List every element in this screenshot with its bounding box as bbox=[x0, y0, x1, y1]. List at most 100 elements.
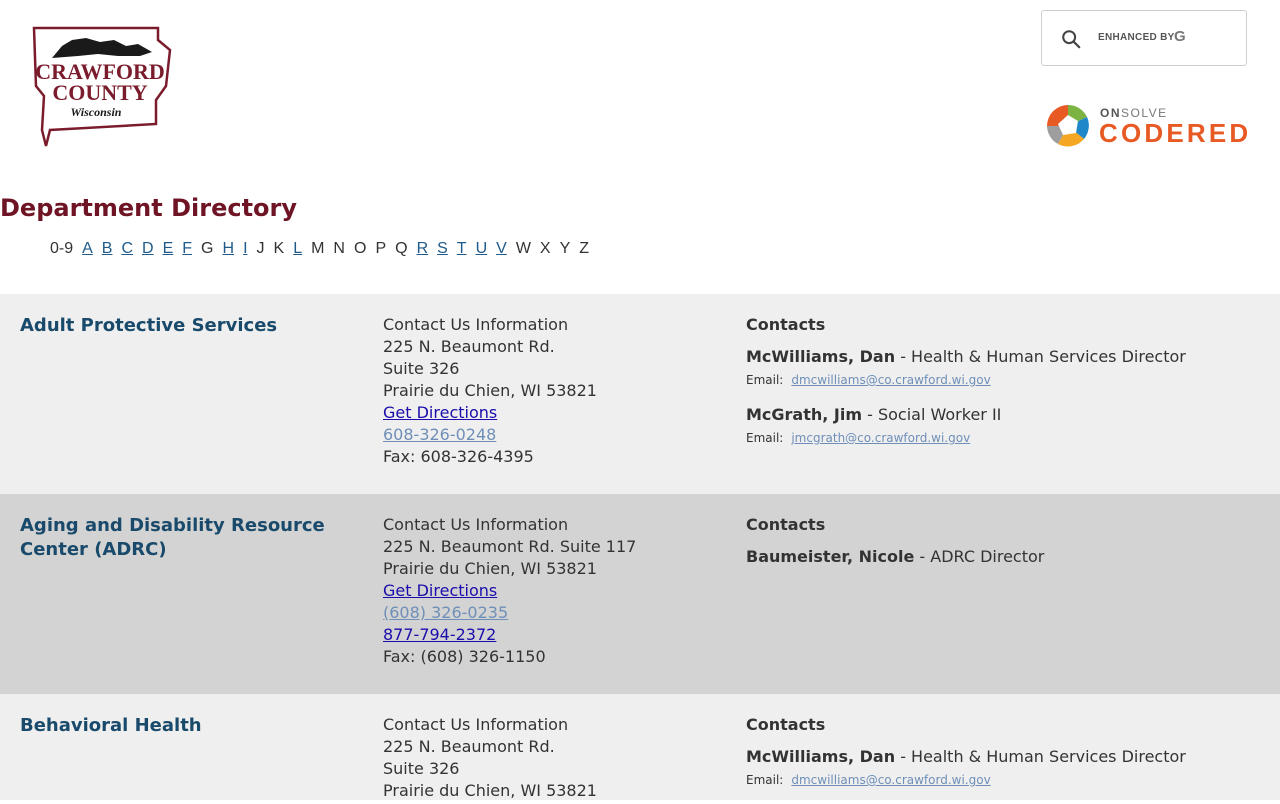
address-line: Prairie du Chien, WI 53821 bbox=[383, 781, 597, 800]
letter-link-h[interactable]: H bbox=[223, 240, 235, 257]
get-directions-link[interactable]: Get Directions bbox=[383, 403, 497, 422]
contact-entry: Baumeister, Nicole - ADRC Director bbox=[746, 546, 1044, 568]
contact-entry: McGrath, Jim - Social Worker II Email: jm… bbox=[746, 404, 1186, 448]
department-name[interactable]: Adult Protective Services bbox=[20, 314, 360, 338]
county-logo[interactable]: CRAWFORD COUNTY Wisconsin bbox=[28, 26, 172, 150]
letter-link-l[interactable]: L bbox=[293, 240, 302, 257]
letter-p: P bbox=[375, 240, 387, 257]
contact-info-title: Contact Us Information bbox=[383, 315, 569, 334]
letter-link-t[interactable]: T bbox=[457, 240, 467, 257]
letter-item: C bbox=[121, 240, 133, 258]
letter-x: X bbox=[539, 240, 551, 257]
codered-label: CODERED bbox=[1099, 118, 1252, 148]
letter-k: K bbox=[273, 240, 285, 257]
phone-link[interactable]: 608-326-0248 bbox=[383, 425, 496, 444]
letter-q: Q bbox=[395, 240, 408, 257]
letter-link-e[interactable]: E bbox=[163, 240, 174, 257]
page-title: Department Directory bbox=[0, 194, 298, 222]
svg-text:Wisconsin: Wisconsin bbox=[71, 105, 122, 119]
letter-item: R bbox=[417, 240, 429, 258]
letter-item: D bbox=[142, 240, 154, 258]
contact-name: McWilliams, Dan bbox=[746, 747, 896, 766]
codered-logo[interactable]: ONSOLVE CODERED bbox=[1046, 104, 1250, 150]
letter-item: I bbox=[243, 240, 247, 258]
department-name[interactable]: Aging and Disability Resource Center (AD… bbox=[20, 514, 360, 562]
letter-item: E bbox=[163, 240, 174, 258]
codered-logo-icon bbox=[1047, 104, 1089, 147]
contact-title: - Health & Human Services Director bbox=[895, 347, 1186, 366]
letter-item: L bbox=[293, 240, 302, 258]
contact-title: - Social Worker II bbox=[862, 405, 1002, 424]
enhanced-by-label: ENHANCED BY bbox=[1098, 32, 1175, 43]
letter-link-c[interactable]: C bbox=[121, 240, 133, 257]
contacts-section: Contacts Baumeister, Nicole - ADRC Direc… bbox=[746, 514, 1044, 582]
address-line: Prairie du Chien, WI 53821 bbox=[383, 559, 597, 578]
letter-item: S bbox=[437, 240, 448, 258]
letter-link-f[interactable]: F bbox=[182, 240, 192, 257]
address-line: Suite 326 bbox=[383, 359, 460, 378]
contact-entry: McWilliams, Dan - Health & Human Service… bbox=[746, 346, 1186, 390]
alphabet-filter: 0-9 A B C D E F G H I J K L M N O P Q R S T U V W X Y Z bbox=[50, 240, 598, 258]
letter-link-d[interactable]: D bbox=[142, 240, 154, 257]
county-logo-graphic: CRAWFORD COUNTY Wisconsin bbox=[32, 26, 172, 147]
contact-info: Contact Us Information 225 N. Beaumont R… bbox=[383, 514, 636, 668]
email-label: Email: bbox=[746, 431, 784, 445]
letter-g: G bbox=[201, 240, 214, 257]
google-g-icon: G bbox=[1174, 28, 1186, 45]
phone-link[interactable]: (608) 326-0235 bbox=[383, 603, 508, 622]
letter-link-v[interactable]: V bbox=[496, 240, 507, 257]
department-row: Adult Protective Services Contact Us Inf… bbox=[0, 294, 1280, 494]
contact-info: Contact Us Information 225 N. Beaumont R… bbox=[383, 714, 597, 802]
letter-link-s[interactable]: S bbox=[437, 240, 448, 257]
department-row: Behavioral Health Contact Us Information… bbox=[0, 694, 1280, 800]
search-icon[interactable] bbox=[1060, 28, 1082, 50]
letter-item: F bbox=[182, 240, 192, 258]
letter-item: H bbox=[223, 240, 235, 258]
contacts-section: Contacts McWilliams, Dan - Health & Huma… bbox=[746, 714, 1186, 804]
site-search[interactable]: ENHANCED BY G bbox=[1041, 10, 1247, 66]
letter-item: V bbox=[496, 240, 507, 258]
contacts-heading: Contacts bbox=[746, 315, 826, 334]
toll-free-phone-link[interactable]: 877-794-2372 bbox=[383, 625, 496, 644]
contact-info-title: Contact Us Information bbox=[383, 515, 569, 534]
address-line: 225 N. Beaumont Rd. Suite 117 bbox=[383, 537, 637, 556]
letter-item: A bbox=[82, 240, 93, 258]
letter-link-u[interactable]: U bbox=[476, 240, 488, 257]
contact-email-link[interactable]: dmcwilliams@co.crawford.wi.gov bbox=[791, 373, 990, 387]
contacts-heading: Contacts bbox=[746, 515, 826, 534]
letter-link-a[interactable]: A bbox=[82, 240, 93, 257]
address-line: Prairie du Chien, WI 53821 bbox=[383, 381, 597, 400]
contact-title: - ADRC Director bbox=[914, 547, 1045, 566]
contact-entry: McWilliams, Dan - Health & Human Service… bbox=[746, 746, 1186, 790]
letter-item: U bbox=[476, 240, 488, 258]
letter-j: J bbox=[256, 240, 265, 257]
letter-o: O bbox=[353, 240, 367, 257]
contacts-heading: Contacts bbox=[746, 715, 826, 734]
letter-link-r[interactable]: R bbox=[417, 240, 429, 257]
department-name[interactable]: Behavioral Health bbox=[20, 714, 360, 738]
letter-item: T bbox=[457, 240, 467, 258]
contact-name: Baumeister, Nicole bbox=[746, 547, 915, 566]
fax-number: Fax: 608-326-4395 bbox=[383, 447, 534, 466]
contacts-section: Contacts McWilliams, Dan - Health & Huma… bbox=[746, 314, 1186, 462]
fax-number: Fax: (608) 326-1150 bbox=[383, 647, 546, 666]
letter-y: Y bbox=[559, 240, 571, 257]
address-line: Suite 326 bbox=[383, 759, 460, 778]
letter-0-9: 0-9 bbox=[50, 240, 74, 257]
contact-info-title: Contact Us Information bbox=[383, 715, 569, 734]
letter-n: N bbox=[333, 240, 345, 257]
address-line: 225 N. Beaumont Rd. bbox=[383, 337, 555, 356]
contact-info: Contact Us Information 225 N. Beaumont R… bbox=[383, 314, 597, 468]
svg-text:COUNTY: COUNTY bbox=[52, 80, 147, 105]
address-line: 225 N. Beaumont Rd. bbox=[383, 737, 555, 756]
contact-email-link[interactable]: jmcgrath@co.crawford.wi.gov bbox=[791, 431, 970, 445]
contact-email-link[interactable]: dmcwilliams@co.crawford.wi.gov bbox=[791, 773, 990, 787]
letter-link-i[interactable]: I bbox=[243, 240, 247, 257]
letter-w: W bbox=[515, 240, 531, 257]
contact-name: McGrath, Jim bbox=[746, 405, 863, 424]
contact-name: McWilliams, Dan bbox=[746, 347, 896, 366]
get-directions-link[interactable]: Get Directions bbox=[383, 581, 497, 600]
letter-link-b[interactable]: B bbox=[102, 240, 113, 257]
letter-z: Z bbox=[579, 240, 590, 257]
letter-m: M bbox=[311, 240, 325, 257]
